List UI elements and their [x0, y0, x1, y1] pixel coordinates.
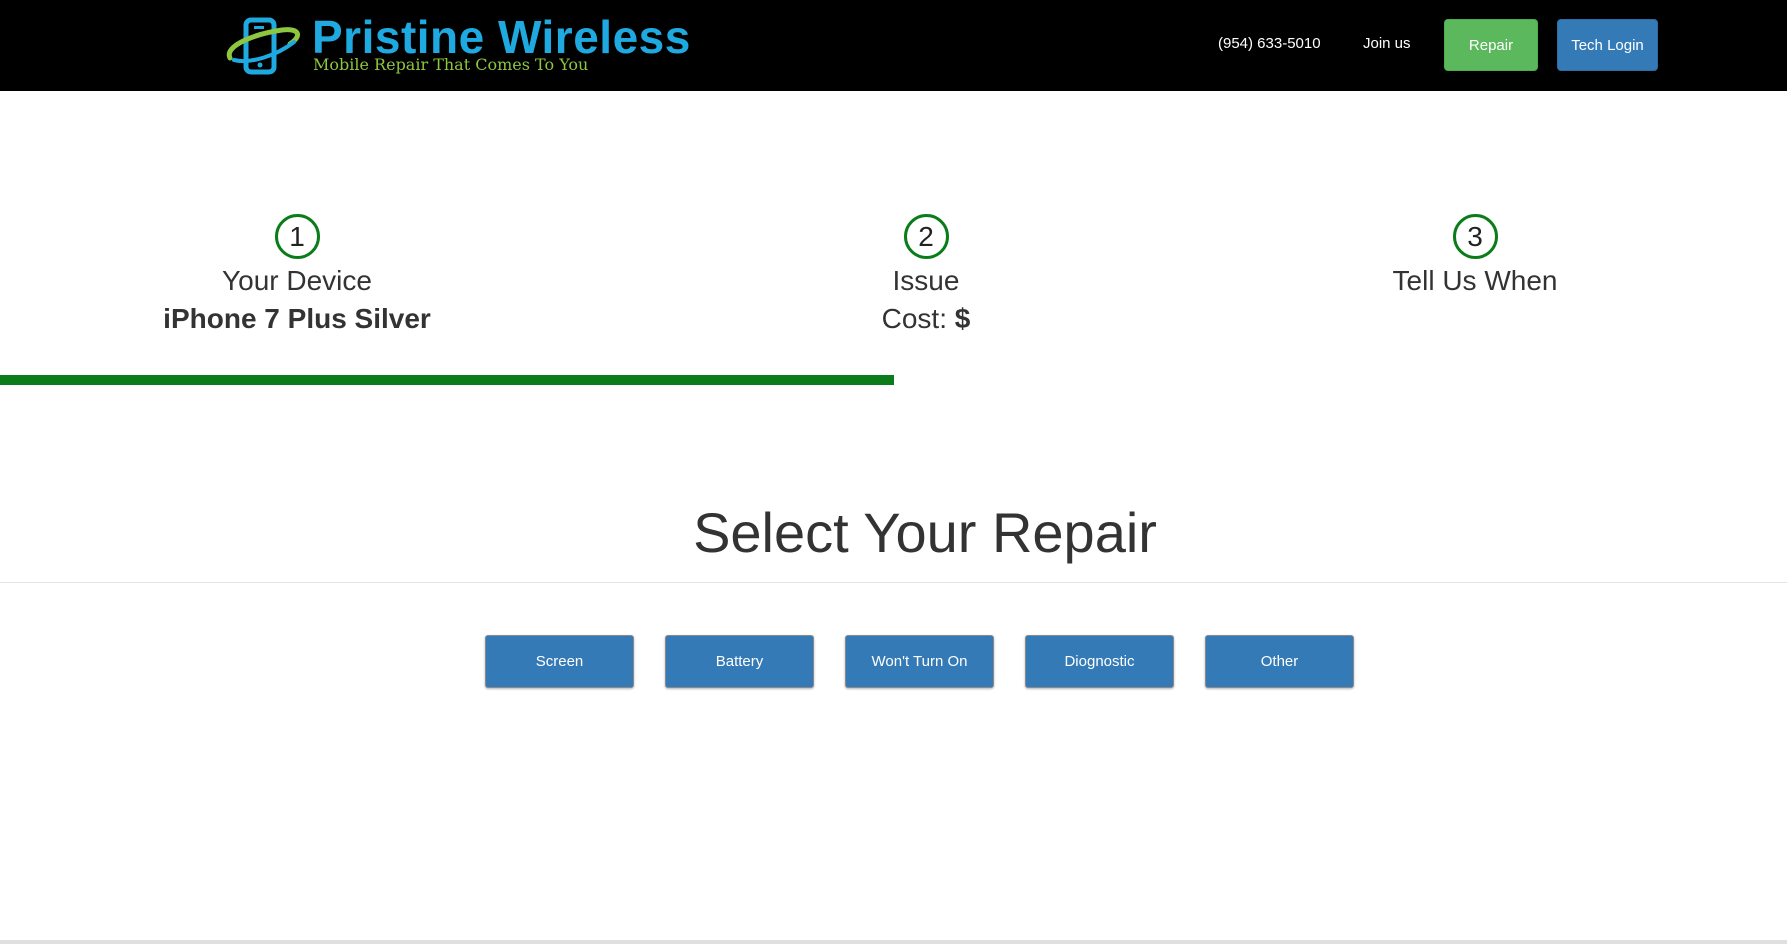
progress-bar: [0, 375, 1787, 385]
step-issue: 2 Issue Cost: $: [776, 214, 1076, 335]
brand-logo[interactable]: Pristine Wireless Mobile Repair That Com…: [224, 11, 690, 76]
step-number-badge: 2: [903, 214, 949, 259]
repair-option-button[interactable]: Diognostic: [1025, 635, 1174, 688]
repair-option-button[interactable]: Battery: [665, 635, 814, 688]
footer-divider: [0, 940, 1787, 944]
step-your-device: 1 Your Device iPhone 7 Plus Silver: [147, 214, 447, 335]
phone-orbit-icon: [226, 17, 300, 75]
step-number-badge: 1: [274, 214, 320, 259]
progress-bar-fill: [0, 375, 894, 385]
step-tell-us-when: 3 Tell Us When: [1325, 214, 1625, 297]
repair-cost: Cost: $: [881, 303, 971, 334]
brand-tagline: Mobile Repair That Comes To You: [313, 55, 589, 74]
page-title: Select Your Repair: [693, 501, 1157, 564]
repair-button[interactable]: Repair: [1444, 19, 1538, 71]
repair-option-button[interactable]: Won't Turn On: [845, 635, 994, 688]
join-us-link[interactable]: Join us: [1363, 35, 1411, 52]
phone-link[interactable]: (954) 633-5010: [1218, 35, 1321, 52]
selected-device: iPhone 7 Plus Silver: [163, 303, 431, 334]
repair-option-button[interactable]: Screen: [485, 635, 634, 688]
tech-login-button[interactable]: Tech Login: [1557, 19, 1658, 71]
step-title: Issue: [892, 265, 960, 296]
step-title: Tell Us When: [1392, 265, 1558, 296]
step-number-badge: 3: [1452, 214, 1498, 259]
repair-option-button[interactable]: Other: [1205, 635, 1354, 688]
divider: [0, 582, 1787, 583]
top-navbar: Pristine Wireless Mobile Repair That Com…: [0, 0, 1787, 91]
repair-options: Screen Battery Won't Turn On Diognostic Othe…: [485, 635, 1354, 688]
step-title: Your Device: [222, 265, 372, 296]
